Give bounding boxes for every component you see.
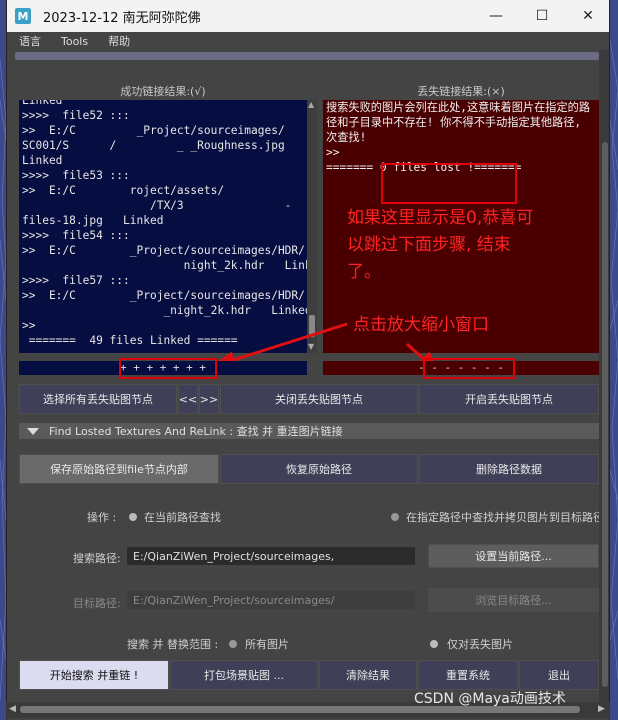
lost-line: 径和子目录中不存在! 你不得不手动指定其他路径, [326, 116, 582, 129]
linked-line: Linked [22, 154, 63, 167]
exit-button[interactable]: 退出 [519, 660, 599, 690]
save-original-path-button[interactable]: 保存原始路径到file节点内部 [19, 454, 219, 484]
window-title: 2023-12-12 南无阿弥陀佛 [43, 10, 201, 26]
annotation-line: 了。 [347, 262, 381, 282]
linked-panel-scrollbar[interactable]: ▲ ▼ [307, 100, 317, 353]
minimize-button[interactable]: — [473, 0, 519, 32]
section-title: Find Losted Textures And ReLink : 查找 并 重… [49, 425, 343, 438]
lost-line: 搜索失败的图片会列在此处,这意味着图片在指定的路 [326, 101, 591, 114]
prev-node-button[interactable]: << [178, 384, 198, 414]
linked-line: >>>> file53 ::: [22, 169, 130, 182]
close-button[interactable]: ✕ [565, 0, 609, 32]
zoom-out-highlight-box [423, 358, 515, 379]
target-path-input[interactable]: E:/QianZiWen_Project/sourceimages/ [127, 591, 415, 609]
linked-line: _night_2k.hdr Linked [22, 304, 307, 317]
radio-all-images[interactable] [229, 640, 237, 648]
main-content: 成功链接结果:(√) 丢失链接结果:(×) Linked >>>> file52 … [7, 50, 604, 710]
radio-specified-path-label: 在指定路径中查找并拷贝图片到目标路径 [406, 511, 604, 524]
menu-tools[interactable]: Tools [61, 35, 88, 48]
linked-line: night_2k.hdr Linked [22, 259, 307, 272]
tool-window: M 2023-12-12 南无阿弥陀佛 — ☐ ✕ 语言 Tools 帮助 成功… [6, 0, 610, 720]
open-lost-nodes-button[interactable]: 开启丢失贴图节点 [419, 384, 599, 414]
zoom-in-highlight-box [119, 358, 217, 379]
search-path-input[interactable]: E:/QianZiWen_Project/sourceimages, [127, 547, 415, 565]
close-lost-nodes-button[interactable]: 关闭丢失贴图节点 [220, 384, 418, 414]
linked-line: /TX/3 - [22, 199, 292, 212]
linked-line: >>>> file52 ::: [22, 109, 130, 122]
radio-current-path-label: 在当前路径查找 [144, 511, 221, 524]
window-scroll-thumb[interactable] [602, 142, 608, 687]
scroll-left-arrow-icon[interactable]: ◀ [9, 704, 16, 714]
pack-scene-textures-button[interactable]: 打包场景贴图 ... [170, 660, 318, 690]
linked-line: SC001/S / _ _Roughness.jpg [22, 139, 285, 152]
csdn-watermark: CSDN @Maya动画技术 [414, 691, 566, 707]
radio-lost-only-label: 仅对丢失图片 [447, 638, 513, 651]
annotation-zero-note: 如果这里显示是0,恭喜可 以跳过下面步骤, 结束 了。 [347, 205, 599, 286]
operation-label: 操作 : [87, 511, 117, 524]
title-bar[interactable]: M 2023-12-12 南无阿弥陀佛 — ☐ ✕ [7, 0, 609, 32]
linked-line: >> E:/C _Project/sourceimages/HDR/ [22, 244, 305, 257]
top-strip [15, 52, 599, 60]
lost-count-highlight-box [381, 163, 517, 204]
menu-language[interactable]: 语言 [19, 33, 41, 49]
browse-target-path-button[interactable]: 浏览目标路径... [428, 588, 599, 612]
reset-system-button[interactable]: 重置系统 [418, 660, 518, 690]
linked-results-header: 成功链接结果:(√) [120, 85, 206, 98]
maya-app-icon: M [15, 8, 31, 24]
linked-line: >> E:/C _Project/sourceimages/HDR/ [22, 289, 305, 302]
target-path-label: 目标路径: [73, 597, 121, 610]
radio-current-path[interactable] [129, 513, 137, 521]
linked-line: >>>> file57 ::: [22, 274, 130, 287]
linked-line: >> E:/C roject/assets/ [22, 184, 225, 197]
next-node-button[interactable]: >> [199, 384, 219, 414]
linked-line: Linked [22, 100, 63, 107]
search-path-label: 搜索路径: [73, 552, 121, 565]
collapse-triangle-icon[interactable] [27, 427, 39, 435]
annotation-line: 如果这里显示是0,恭喜可 [347, 208, 534, 228]
maximize-button[interactable]: ☐ [519, 0, 565, 32]
linked-results-panel[interactable]: Linked >>>> file52 ::: >> E:/C _Project/so… [19, 100, 307, 353]
lost-results-header: 丢失链接结果:(×) [417, 85, 505, 98]
delete-path-data-button[interactable]: 删除路径数据 [419, 454, 599, 484]
linked-line: >>>> file54 ::: [22, 229, 130, 242]
linked-line: >> E:/C _Project/sourceimages/ [22, 124, 285, 137]
window-vertical-scrollbar[interactable] [599, 50, 609, 710]
linked-line: files-18.jpg Linked [22, 214, 164, 227]
annotation-line: 以跳过下面步骤, 结束 [347, 235, 511, 255]
radio-lost-only[interactable] [430, 640, 438, 648]
set-current-path-button[interactable]: 设置当前路径... [428, 544, 599, 568]
select-lost-nodes-button[interactable]: 选择所有丢失贴图节点 [19, 384, 177, 414]
scroll-up-arrow-icon[interactable]: ▲ [308, 100, 314, 109]
find-relink-section-header[interactable]: Find Losted Textures And ReLink : 查找 并 重… [19, 423, 599, 439]
menu-bar: 语言 Tools 帮助 [7, 32, 609, 50]
scope-label: 搜索 并 替换范围 : [127, 638, 219, 651]
radio-specified-path[interactable] [391, 513, 399, 521]
lost-line: >> [326, 146, 340, 159]
scroll-right-arrow-icon[interactable]: ▶ [598, 704, 605, 714]
radio-all-images-label: 所有图片 [245, 638, 289, 651]
restore-original-path-button[interactable]: 恢复原始路径 [220, 454, 418, 484]
clear-results-button[interactable]: 清除结果 [319, 660, 417, 690]
start-search-relink-button[interactable]: 开始搜索 并重链 ! [19, 660, 169, 690]
lost-line: 次查找! [326, 131, 367, 144]
menu-help[interactable]: 帮助 [108, 33, 130, 49]
